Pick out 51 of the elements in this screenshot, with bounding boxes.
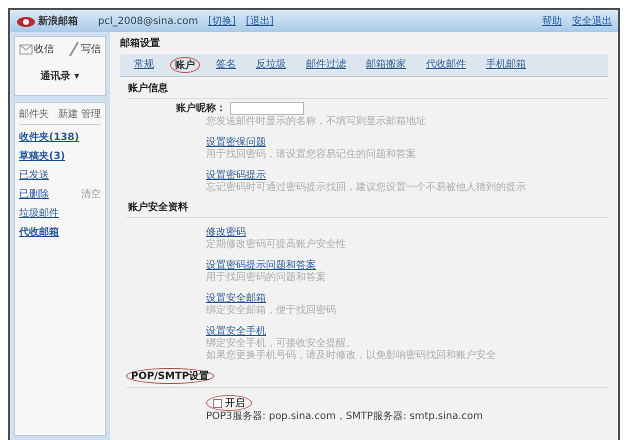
mail-action-button[interactable]: 写信 bbox=[68, 41, 101, 57]
settings-tab[interactable]: 邮箱搬家 bbox=[362, 57, 410, 73]
description-text: 如果您更换手机号码，请及时修改，以免影响密码找回和账户安全 bbox=[206, 350, 496, 362]
settings-tab[interactable]: 手机邮箱 bbox=[482, 57, 530, 73]
description-text: 用于找回密码的问题和答案 bbox=[206, 272, 326, 284]
section-title: 账户信息 bbox=[127, 81, 169, 95]
enable-checkbox[interactable]: 开启 bbox=[206, 395, 252, 411]
pen-icon bbox=[68, 41, 80, 57]
settings-tab[interactable]: 反垃圾 bbox=[252, 57, 290, 73]
envelope-icon bbox=[19, 43, 33, 55]
description-text: 您发送邮件时显示的名称，不填写则显示邮箱地址 bbox=[206, 116, 426, 128]
header-link[interactable]: 安全退出 bbox=[572, 14, 612, 28]
folder-link[interactable]: 已删除 bbox=[19, 187, 49, 201]
description-text: 绑定安全邮箱，便于找回密码 bbox=[206, 305, 336, 317]
section-title: POP/SMTP设置 bbox=[126, 368, 214, 384]
description-text: 绑定安全手机，可接收安全提醒。 bbox=[206, 338, 356, 350]
account-address: pcl_2008@sina.com bbox=[98, 16, 198, 26]
eye-logo-icon bbox=[16, 14, 36, 28]
description-text: 忘记密码时可通过密码提示找回，建议您设置一个不易被他人猜到的提示 bbox=[206, 182, 526, 194]
nickname-field[interactable] bbox=[230, 102, 304, 114]
settings-link[interactable]: 设置密码提示问题和答案 bbox=[206, 258, 316, 272]
logo-text: 新浪邮箱 bbox=[38, 14, 78, 28]
settings-link[interactable]: 设置密保问题 bbox=[206, 135, 266, 149]
settings-link[interactable]: 设置密码提示 bbox=[206, 168, 266, 182]
mail-action-button[interactable]: 收信 bbox=[19, 41, 54, 57]
folder-action-link[interactable]: 管理 bbox=[81, 107, 101, 121]
header-link[interactable]: 帮助 bbox=[542, 14, 562, 28]
description-text: 定期修改密码可提高账户安全性 bbox=[206, 239, 346, 251]
settings-link[interactable]: 设置安全手机 bbox=[206, 324, 266, 338]
settings-link[interactable]: 修改密码 bbox=[206, 225, 246, 239]
page-title: 邮箱设置 bbox=[120, 36, 161, 50]
folder-link[interactable]: 收件夹(138) bbox=[19, 130, 80, 144]
server-info: POP3服务器: pop.sina.com，SMTP服务器: smtp.sina.com bbox=[206, 411, 483, 423]
folder-link[interactable]: 垃圾邮件 bbox=[19, 206, 59, 220]
settings-tab[interactable]: 签名 bbox=[212, 57, 240, 73]
folder-link[interactable]: 代收邮箱 bbox=[19, 225, 59, 239]
section-title: 账户安全资料 bbox=[127, 200, 189, 214]
settings-tab[interactable]: 账户 bbox=[170, 57, 200, 73]
description-text: 用于找回密码，请设置您容易记住的问题和答案 bbox=[206, 149, 416, 161]
header-link[interactable]: [切换] bbox=[208, 14, 236, 28]
contacts-menu[interactable]: 通讯录 ▾ bbox=[19, 69, 101, 83]
settings-tab[interactable]: 代收邮件 bbox=[422, 57, 470, 73]
header-link[interactable]: [退出] bbox=[246, 14, 274, 28]
settings-tab[interactable]: 常规 bbox=[130, 57, 158, 73]
field-label: 账户昵称： bbox=[176, 101, 226, 115]
folder-link[interactable]: 已发送 bbox=[19, 168, 49, 182]
folder-action-link[interactable]: 新建 bbox=[58, 107, 78, 121]
settings-link[interactable]: 设置安全邮箱 bbox=[206, 291, 266, 305]
settings-tab[interactable]: 邮件过滤 bbox=[302, 57, 350, 73]
folder-link[interactable]: 草稿夹(3) bbox=[19, 149, 66, 163]
folder-heading: 邮件夹 bbox=[19, 108, 49, 121]
